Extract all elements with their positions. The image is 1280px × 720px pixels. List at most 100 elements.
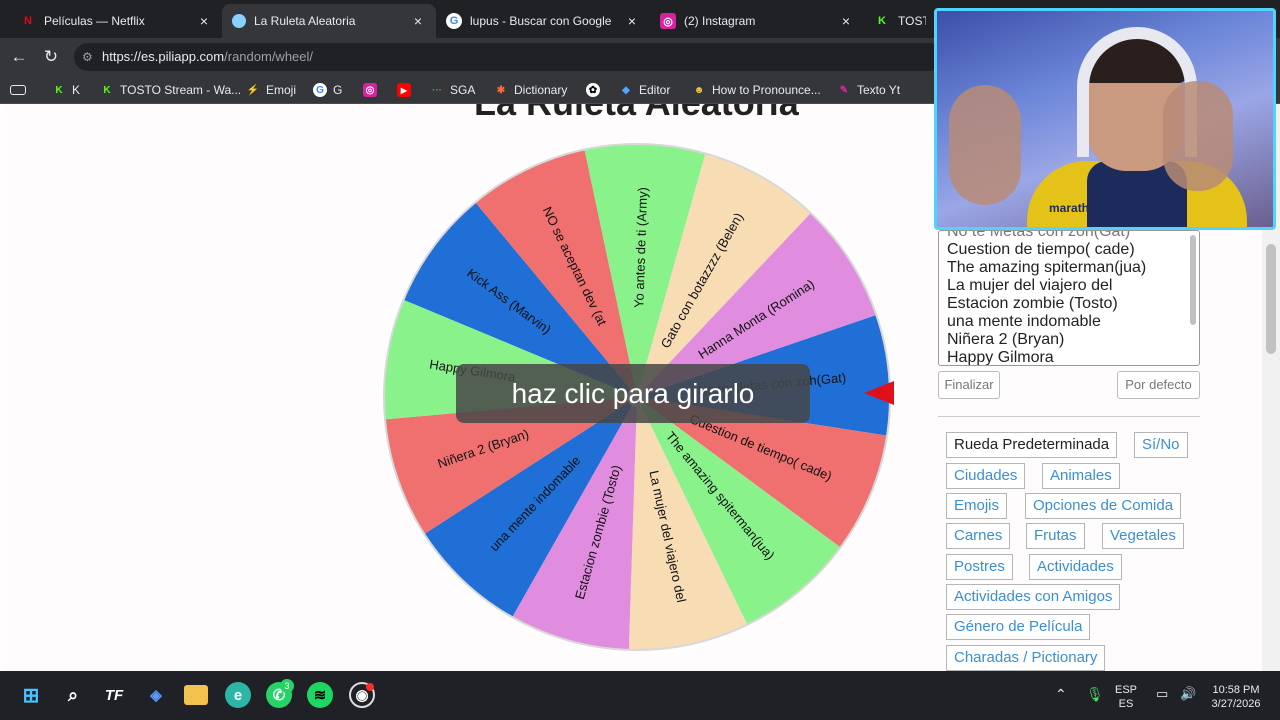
dev-app-icon[interactable]: ◈ <box>143 682 169 708</box>
preset-carnes[interactable]: Carnes <box>946 523 1011 549</box>
network-icon[interactable]: ▭ <box>1156 687 1168 701</box>
webcam-hand <box>949 85 1021 205</box>
instagram-icon: ◎ <box>660 13 676 29</box>
bookmark-emoji[interactable]: ⚡ Emoji <box>246 81 296 99</box>
bookmark-k[interactable]: KK <box>52 81 80 99</box>
tab-tosto[interactable]: K TOSTO S <box>864 4 936 38</box>
bookmark-editor[interactable]: ◆ Editor <box>619 81 670 99</box>
bookmark-how-to-pronounce[interactable]: ☻ How to Pronounce... <box>692 81 821 99</box>
preset-genero-de-pelicula[interactable]: Género de Película <box>946 614 1091 640</box>
clock[interactable]: 10:58 PM 3/27/2026 <box>1206 683 1266 711</box>
openai-icon: ✿ <box>586 83 600 97</box>
preset-frutas[interactable]: Frutas <box>1026 523 1085 549</box>
bookmark-label: G <box>333 83 343 97</box>
preset-opciones-de-comida[interactable]: Opciones de Comida <box>1025 493 1182 519</box>
finalize-button[interactable]: Finalizar <box>938 371 1000 399</box>
preset-vegetales[interactable]: Vegetales <box>1102 523 1184 549</box>
back-arrow-icon[interactable]: ← <box>8 46 30 68</box>
spin-prompt[interactable]: haz clic para girarlo <box>456 364 810 423</box>
shirt-brand: marathon <box>1049 201 1104 215</box>
bookmark-g[interactable]: GG <box>313 81 342 99</box>
tab-ruleta[interactable]: La Ruleta Aleatoria × <box>222 4 436 38</box>
url-path: /random/wheel/ <box>224 49 314 64</box>
bookmark-dictionary[interactable]: ✱ Dictionary <box>494 81 568 99</box>
bookmark-label: K <box>72 83 81 97</box>
divider <box>938 416 1200 417</box>
textarea-scrollbar[interactable] <box>1190 235 1196 325</box>
netflix-icon: N <box>24 15 32 27</box>
close-icon[interactable]: × <box>410 13 426 29</box>
bookmark-label: TOSTO Stream - Wa... <box>120 83 242 97</box>
preset-animales[interactable]: Animales <box>1042 463 1120 489</box>
instagram-icon: ◎ <box>363 83 377 97</box>
url-input[interactable]: ⚙ https://es.piliapp.com/random/wheel/ <box>74 43 944 71</box>
bookmark-sga[interactable]: ··· SGA <box>430 81 475 99</box>
close-icon[interactable]: × <box>196 13 212 29</box>
option-line: No te Metas con zoh(Gat) <box>947 230 1131 240</box>
piliapp-icon <box>232 14 246 28</box>
default-button[interactable]: Por defecto <box>1117 371 1200 399</box>
chevron-up-icon[interactable]: ⌃ <box>1055 687 1067 701</box>
option-line: Cuestion de tiempo( cade) <box>947 241 1135 258</box>
kick-icon: K <box>878 15 886 27</box>
tab-label: Películas — Netflix <box>44 14 145 28</box>
tab-google[interactable]: G lupus - Buscar con Google × <box>436 4 650 38</box>
bookmark-label: Texto Yt <box>857 83 901 97</box>
bookmark-instagram[interactable]: ◎ <box>363 81 383 99</box>
preset-actividades[interactable]: Actividades <box>1029 554 1122 580</box>
bookmark-tabs-icon[interactable] <box>10 81 32 99</box>
microphone-icon[interactable]: 🎙 <box>1086 687 1104 701</box>
kick-icon: K <box>103 84 111 96</box>
options-textarea[interactable]: No te Metas con zoh(Gat) Cuestion de tie… <box>938 230 1200 366</box>
option-line: una mente indomable <box>947 313 1101 330</box>
bookmark-tosto-stream[interactable]: K TOSTO Stream - Wa... <box>100 81 241 99</box>
lightning-icon: ⚡ <box>246 84 260 96</box>
wheel-pointer-icon <box>864 381 894 405</box>
tf-app-icon[interactable]: TF <box>101 682 127 708</box>
option-line: Happy Gilmora <box>947 349 1054 366</box>
tab-search-icon <box>10 85 26 95</box>
recording-dot-icon <box>366 683 374 691</box>
bookmark-youtube[interactable]: ▶ <box>397 81 417 99</box>
reload-icon[interactable]: ↻ <box>40 46 62 68</box>
language-code: ESP <box>1115 684 1138 696</box>
edge-browser-icon[interactable]: e <box>225 682 251 708</box>
preset-si-no[interactable]: Sí/No <box>1134 432 1188 458</box>
language-indicator[interactable]: ESP ES <box>1115 683 1137 711</box>
bookmark-label: How to Pronounce... <box>712 83 821 97</box>
close-icon[interactable]: × <box>624 13 640 29</box>
search-icon[interactable]: ⌕ <box>60 682 86 708</box>
file-explorer-icon[interactable] <box>184 685 208 705</box>
tab-label: TOSTO S <box>898 14 926 28</box>
preset-emojis[interactable]: Emojis <box>946 493 1008 519</box>
bookmark-label: Dictionary <box>514 83 568 97</box>
preset-actividades-con-amigos[interactable]: Actividades con Amigos <box>946 584 1121 610</box>
whatsapp-badge: 3 <box>280 679 294 693</box>
google-icon: G <box>313 83 327 97</box>
scrollbar-thumb[interactable] <box>1266 244 1276 354</box>
close-icon[interactable]: × <box>838 13 854 29</box>
windows-taskbar: ⊞ ⌕ TF ◈ e ✆ 3 ≋ ◉ ⌃ 🎙 ESP ES ▭ 🔊 10:58 … <box>0 671 1280 720</box>
preset-postres[interactable]: Postres <box>946 554 1013 580</box>
spotify-icon[interactable]: ≋ <box>307 682 333 708</box>
clock-time: 10:58 PM <box>1212 684 1260 696</box>
bookmark-openai[interactable]: ✿ <box>586 81 606 99</box>
pronounce-icon: ☻ <box>693 84 705 96</box>
preset-charadas-pictionary[interactable]: Charadas / Pictionary <box>946 645 1106 671</box>
webcam-hand <box>1163 81 1233 191</box>
bookmark-label: Emoji <box>266 83 297 97</box>
bookmark-label: Editor <box>639 83 671 97</box>
windows-start-icon[interactable]: ⊞ <box>18 682 44 708</box>
site-info-icon[interactable]: ⚙ <box>82 43 93 71</box>
tab-netflix[interactable]: N Películas — Netflix × <box>10 4 222 38</box>
tab-label: (2) Instagram <box>684 14 756 28</box>
webcam-overlay: marathon <box>934 8 1276 230</box>
tab-instagram[interactable]: ◎ (2) Instagram × <box>650 4 864 38</box>
bookmark-texto-yt[interactable]: ✎ Texto Yt <box>837 81 900 99</box>
preset-ciudades[interactable]: Ciudades <box>946 463 1026 489</box>
preset-rueda-predeterminada[interactable]: Rueda Predeterminada <box>946 432 1118 458</box>
page-title: La Ruleta Aleatoria <box>474 104 799 124</box>
volume-icon[interactable]: 🔊 <box>1180 687 1196 701</box>
bookmark-label: SGA <box>450 83 476 97</box>
sga-icon: ··· <box>432 84 442 96</box>
